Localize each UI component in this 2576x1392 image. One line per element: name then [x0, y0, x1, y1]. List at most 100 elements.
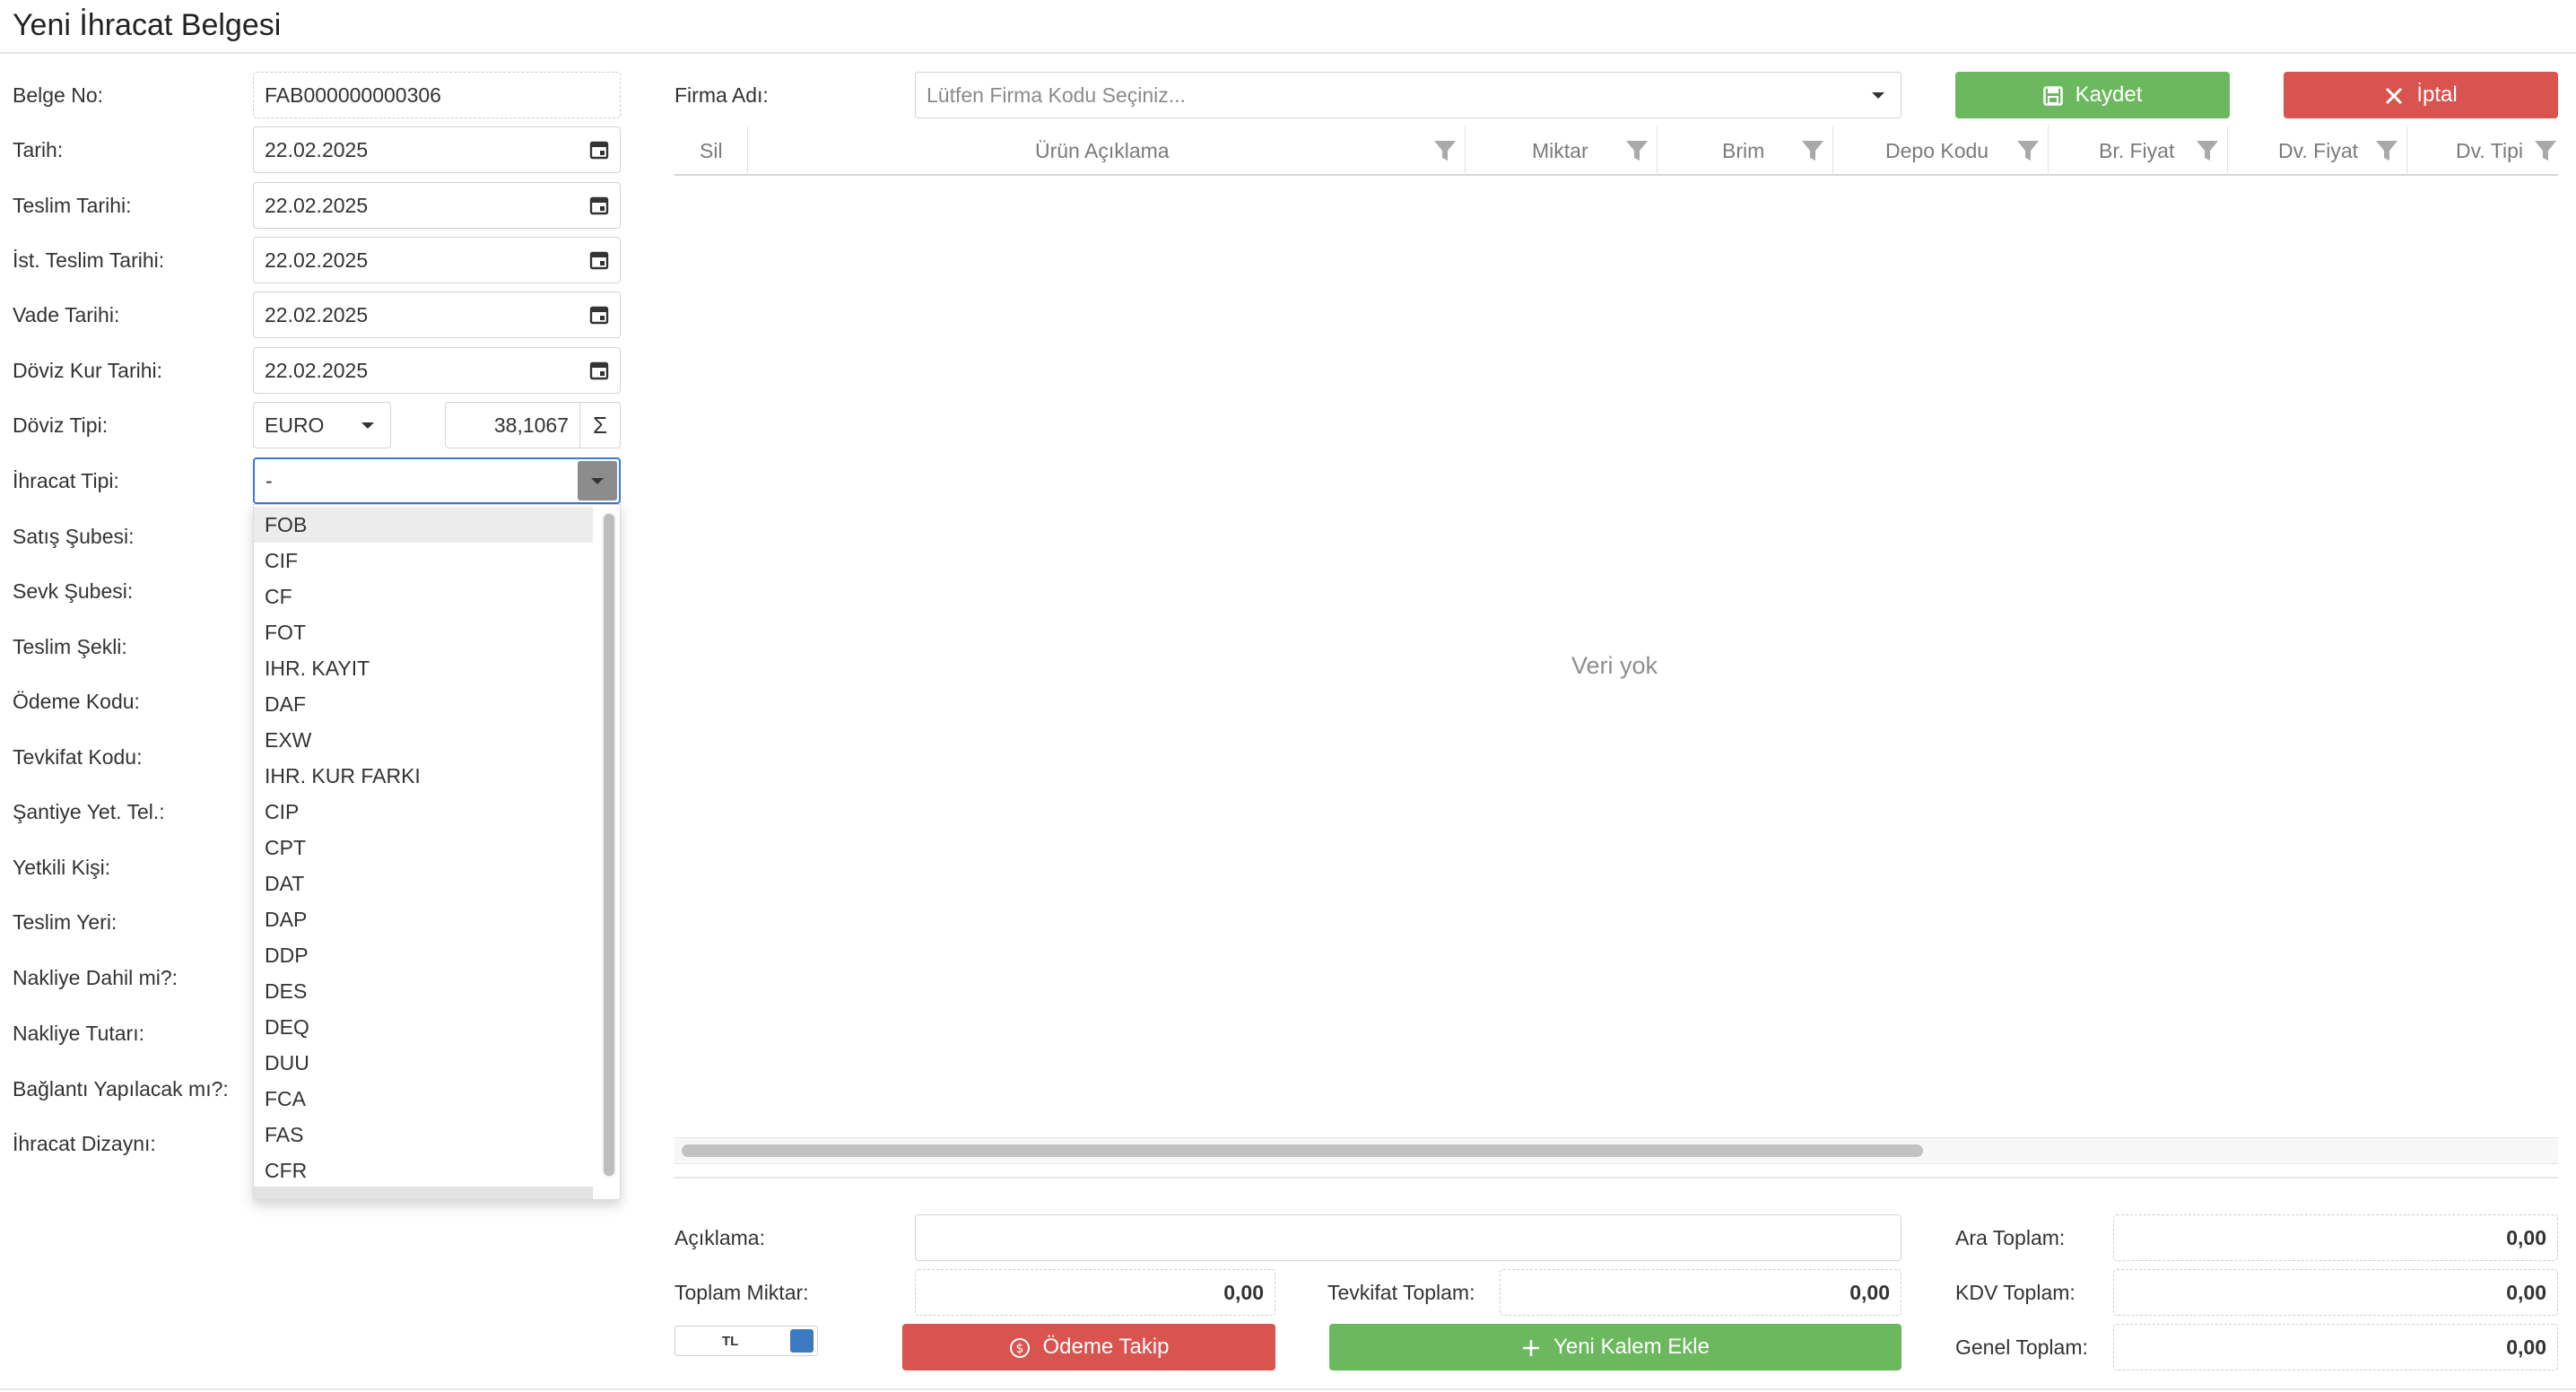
- vade-tarihi-field[interactable]: 22.02.2025: [253, 291, 621, 338]
- dropdown-option[interactable]: DDP: [254, 937, 593, 973]
- dropdown-option[interactable]: IHR. KUR FARKI: [254, 758, 593, 794]
- teslim-yeri-label: Teslim Yeri:: [13, 910, 117, 934]
- dropdown-option[interactable]: CIF: [254, 543, 593, 579]
- calendar-icon[interactable]: [589, 304, 609, 326]
- ihracat-tipi-dropdown[interactable]: FOB CIF CF FOT IHR. KAYIT DAF EXW IHR. K…: [253, 504, 621, 1200]
- chevron-down-icon: [591, 478, 604, 484]
- column-header-sil[interactable]: Sil: [674, 126, 748, 176]
- grid-scroll-thumb[interactable]: [682, 1144, 1923, 1157]
- column-header-urun-aciklama[interactable]: Ürün Açıklama: [748, 126, 1466, 176]
- tarih-label: Tarih:: [13, 138, 64, 161]
- dropdown-option[interactable]: CFR: [254, 1153, 593, 1188]
- aciklama-input[interactable]: [915, 1214, 1902, 1261]
- filter-icon[interactable]: [2015, 138, 2041, 163]
- dropdown-option[interactable]: CIP: [254, 794, 593, 830]
- filter-icon[interactable]: [1624, 138, 1649, 163]
- doviz-tipi-label: Döviz Tipi:: [13, 413, 109, 437]
- column-header-dv-fiyat[interactable]: Dv. Fiyat: [2228, 126, 2407, 176]
- column-title: Ürün Açıklama: [1035, 139, 1170, 162]
- calendar-icon[interactable]: [589, 139, 609, 161]
- baglanti-label: Bağlantı Yapılacak mı?:: [13, 1077, 229, 1101]
- teslim-tarihi-value: 22.02.2025: [265, 194, 369, 217]
- column-title: Miktar: [1532, 139, 1588, 162]
- dropdown-option[interactable]: FOT: [254, 614, 593, 650]
- save-button[interactable]: Kaydet: [1955, 72, 2230, 118]
- dropdown-option[interactable]: FCA: [254, 1081, 593, 1117]
- column-header-br-fiyat[interactable]: Br. Fiyat: [2049, 126, 2228, 176]
- dropdown-option[interactable]: DEQ: [254, 1009, 593, 1045]
- firma-select[interactable]: Lütfen Firma Kodu Seçiniz...: [915, 72, 1902, 118]
- tarih-value: 22.02.2025: [265, 138, 369, 161]
- kdv-toplam-label: KDV Toplam:: [1955, 1281, 2076, 1304]
- filter-icon[interactable]: [1800, 138, 1825, 163]
- filter-icon[interactable]: [2195, 138, 2220, 163]
- page-title: Yeni İhracat Belgesi: [13, 8, 282, 42]
- column-header-depo-kodu[interactable]: Depo Kodu: [1833, 126, 2049, 176]
- firma-placeholder: Lütfen Firma Kodu Seçiniz...: [927, 83, 1186, 107]
- belge-no-field[interactable]: FAB000000000306: [253, 72, 621, 118]
- dropdown-option[interactable]: FOB: [254, 507, 593, 543]
- currency-toggle[interactable]: TL: [674, 1326, 818, 1356]
- doviz-kur-tarihi-label: Döviz Kur Tarihi:: [13, 359, 163, 382]
- yeni-kalem-ekle-button[interactable]: Yeni Kalem Ekle: [1329, 1324, 1902, 1370]
- dropdown-option[interactable]: IHR. KAYIT: [254, 650, 593, 686]
- ara-toplam-value: 0,00: [2113, 1214, 2558, 1261]
- app-root: Yeni İhracat Belgesi Belge No: Tarih: Te…: [0, 0, 2576, 1392]
- dropdown-option[interactable]: CPT: [254, 830, 593, 866]
- calendar-icon[interactable]: [589, 360, 609, 381]
- column-header-dv-tipi[interactable]: Dv. Tipi: [2407, 126, 2558, 176]
- dropdown-option[interactable]: EXW: [254, 722, 593, 758]
- dropdown-option[interactable]: DAP: [254, 901, 593, 937]
- yeni-kalem-ekle-label: Yeni Kalem Ekle: [1553, 1335, 1710, 1359]
- doviz-tipi-select[interactable]: EURO: [253, 402, 391, 448]
- aciklama-label: Açıklama:: [674, 1226, 765, 1249]
- dropdown-scroll-thumb[interactable]: [604, 514, 614, 1176]
- grid-header: Sil Ürün Açıklama Miktar Brim Depo Kodu …: [674, 126, 2558, 176]
- calendar-icon[interactable]: [589, 249, 609, 271]
- bottom-divider: [0, 1388, 2576, 1390]
- ihracat-tipi-select[interactable]: -: [253, 457, 621, 504]
- doviz-kur-tarihi-value: 22.02.2025: [265, 359, 369, 382]
- calendar-icon[interactable]: [589, 195, 609, 216]
- genel-toplam-label: Genel Toplam:: [1955, 1335, 2088, 1359]
- dropdown-option[interactable]: DES: [254, 973, 593, 1009]
- firma-label: Firma Adı:: [674, 83, 769, 107]
- vade-tarihi-label: Vade Tarihi:: [13, 303, 120, 326]
- doviz-kur-input[interactable]: 38,1067: [445, 402, 579, 448]
- dropdown-option[interactable]: CF: [254, 579, 593, 614]
- sevk-subesi-label: Sevk Şubesi:: [13, 579, 134, 603]
- svg-text:$: $: [1015, 1342, 1023, 1356]
- column-header-miktar[interactable]: Miktar: [1466, 126, 1658, 176]
- currency-toggle-label: TL: [722, 1334, 739, 1349]
- dropdown-toggle-button[interactable]: [578, 461, 617, 500]
- tevkifat-kodu-label: Tevkifat Kodu:: [13, 745, 143, 769]
- teslim-tarihi-label: Teslim Tarihi:: [13, 194, 132, 217]
- filter-icon[interactable]: [2374, 138, 2399, 163]
- plus-icon: [1523, 1339, 1540, 1356]
- column-header-brim[interactable]: Brim: [1658, 126, 1833, 176]
- filter-icon[interactable]: [2533, 138, 2558, 163]
- chevron-down-icon: [361, 422, 374, 429]
- ist-teslim-tarihi-field[interactable]: 22.02.2025: [253, 237, 621, 283]
- odeme-takip-button[interactable]: $ Ödeme Takip: [902, 1324, 1275, 1370]
- genel-toplam-value: 0,00: [2113, 1324, 2558, 1370]
- save-label: Kaydet: [2075, 83, 2143, 107]
- close-icon: [2386, 87, 2403, 104]
- dropdown-option[interactable]: DAF: [254, 686, 593, 722]
- ihracat-tipi-label: İhracat Tipi:: [13, 469, 119, 492]
- cancel-button[interactable]: İptal: [2284, 72, 2558, 118]
- kdv-toplam-value: 0,00: [2113, 1269, 2558, 1316]
- grid-empty-message: Veri yok: [1571, 652, 1658, 679]
- sigma-button[interactable]: Σ: [579, 402, 621, 448]
- tarih-field[interactable]: 22.02.2025: [253, 126, 621, 173]
- dropdown-option[interactable]: DUU: [254, 1045, 593, 1081]
- column-title: Depo Kodu: [1885, 139, 1989, 162]
- dropdown-option[interactable]: DAT: [254, 866, 593, 901]
- dropdown-option[interactable]: FAS: [254, 1117, 593, 1153]
- filter-icon[interactable]: [1432, 138, 1458, 163]
- teslim-tarihi-field[interactable]: 22.02.2025: [253, 182, 621, 229]
- column-title: Brim: [1722, 139, 1765, 162]
- teslim-sekli-label: Teslim Şekli:: [13, 635, 127, 658]
- doviz-kur-tarihi-field[interactable]: 22.02.2025: [253, 347, 621, 394]
- toplam-miktar-label: Toplam Miktar:: [674, 1281, 809, 1304]
